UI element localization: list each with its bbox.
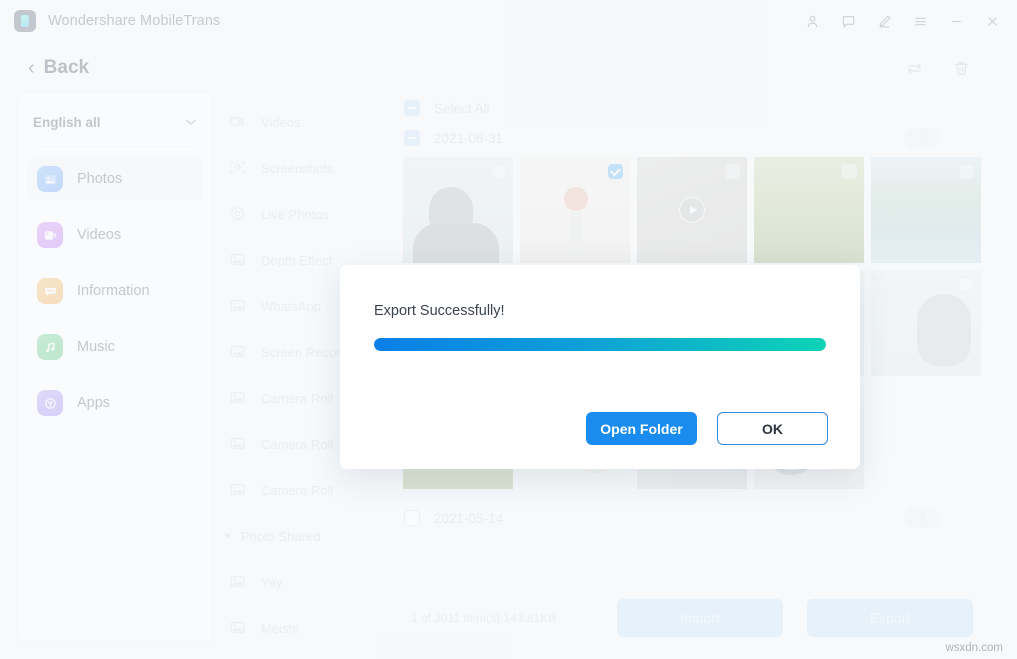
watermark: wsxdn.com [945, 642, 1003, 654]
progress-bar-track [374, 338, 826, 351]
export-success-dialog: Export Successfully! Open Folder OK [340, 265, 860, 469]
progress-bar-fill [374, 338, 826, 351]
application-window: Wondershare MobileTrans [0, 0, 1017, 659]
dialog-title: Export Successfully! [374, 303, 826, 319]
open-folder-button[interactable]: Open Folder [586, 412, 697, 445]
dialog-actions: Open Folder OK [586, 412, 828, 445]
ok-button[interactable]: OK [717, 412, 828, 445]
